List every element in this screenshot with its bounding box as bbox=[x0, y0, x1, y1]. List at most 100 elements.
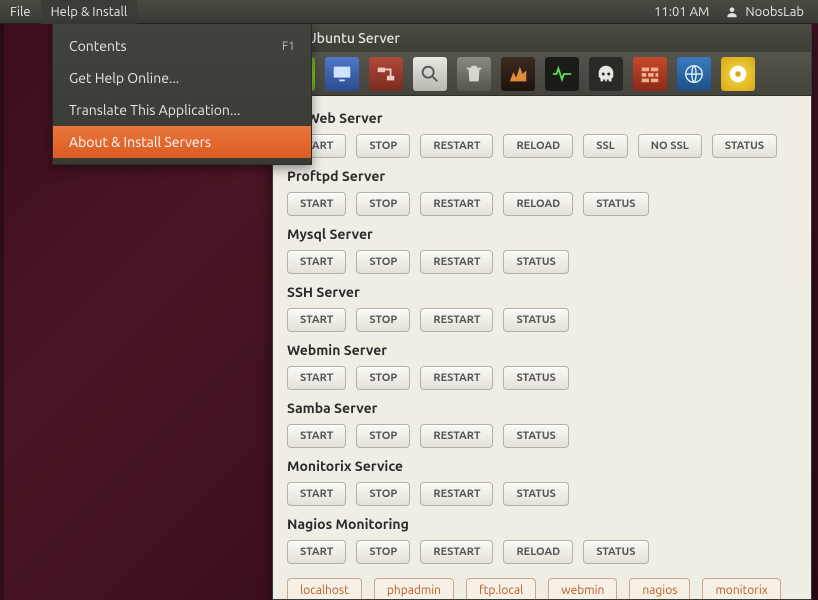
start-button[interactable]: START bbox=[287, 424, 346, 448]
link-webmin[interactable]: webmin bbox=[548, 578, 617, 599]
restart-button[interactable]: RESTART bbox=[420, 308, 493, 332]
link-monitorix[interactable]: monitorix bbox=[702, 578, 780, 599]
server-title: Webmin Server bbox=[287, 342, 797, 358]
server-group: Proftpd Server START STOP RESTART RELOAD STAT… bbox=[287, 168, 797, 216]
restart-button[interactable]: RESTART bbox=[420, 134, 493, 158]
stop-button[interactable]: STOP bbox=[356, 134, 410, 158]
server-button-row: START STOP RESTART STATUS bbox=[287, 424, 797, 448]
firewall-icon[interactable] bbox=[633, 57, 667, 91]
link-ftp-local[interactable]: ftp.local bbox=[466, 578, 536, 599]
dropdown-item-label: Translate This Application... bbox=[69, 102, 240, 118]
dropdown-item-label: Contents bbox=[69, 38, 127, 54]
window-title: Ubuntu Server bbox=[307, 30, 400, 46]
user-icon bbox=[725, 5, 739, 19]
dropdown-item-accel: F1 bbox=[282, 40, 295, 53]
start-button[interactable]: START bbox=[287, 192, 346, 216]
start-button[interactable]: START bbox=[287, 366, 346, 390]
server-button-row: START STOP RESTART STATUS bbox=[287, 250, 797, 274]
server-button-row: START STOP RESTART STATUS bbox=[287, 366, 797, 390]
restart-button[interactable]: RESTART bbox=[420, 540, 493, 564]
net-icon[interactable] bbox=[369, 57, 403, 91]
server-button-row: START STOP RESTART RELOAD STATUS bbox=[287, 192, 797, 216]
trash-icon[interactable] bbox=[457, 57, 491, 91]
stop-button[interactable]: STOP bbox=[356, 192, 410, 216]
menu-file[interactable]: File bbox=[0, 0, 41, 24]
server-button-row: STARTSTOPRESTARTRELOADSSLNO SSLSTATUS bbox=[287, 134, 797, 158]
start-button[interactable]: START bbox=[287, 250, 346, 274]
dark-icon[interactable] bbox=[501, 57, 535, 91]
start-button[interactable]: START bbox=[287, 308, 346, 332]
status-button[interactable]: STATUS bbox=[503, 366, 568, 390]
server-group: Nagios MonitoringSTARTSTOPRESTARTRELOADS… bbox=[287, 516, 797, 564]
server-group: Mysql Server START STOP RESTART STATUS bbox=[287, 226, 797, 274]
app-window: Ubuntu Server he Web Server START STOP REST… bbox=[272, 24, 812, 600]
magnify-icon[interactable] bbox=[413, 57, 447, 91]
content-area: he Web Server START STOP RESTART RELOAD SSL NO… bbox=[273, 96, 811, 599]
panel-user[interactable]: NoobsLab bbox=[719, 5, 818, 19]
reload-button[interactable]: RELOAD bbox=[503, 134, 573, 158]
link-phpadmin[interactable]: phpadmin bbox=[374, 578, 454, 599]
server-title: SSH Server bbox=[287, 284, 797, 300]
server-title: he Web Server bbox=[287, 110, 797, 126]
server-button-row: START STOP RESTART RELOAD STATUS bbox=[287, 540, 797, 564]
globe-icon[interactable] bbox=[677, 57, 711, 91]
dropdown-item-label: Get Help Online... bbox=[69, 70, 179, 86]
server-title: Proftpd Server bbox=[287, 168, 797, 184]
panel-user-name: NoobsLab bbox=[745, 5, 804, 19]
server-button-row: START STOP RESTART STATUS bbox=[287, 482, 797, 506]
top-panel: File Help & Install 11:01 AM NoobsLab bbox=[0, 0, 818, 24]
status-button[interactable]: STATUS bbox=[503, 250, 568, 274]
ssl-button[interactable]: SSL bbox=[583, 134, 628, 158]
toolbar bbox=[273, 52, 811, 96]
restart-button[interactable]: RESTART bbox=[420, 482, 493, 506]
monitor-icon[interactable] bbox=[325, 57, 359, 91]
server-title: Mysql Server bbox=[287, 226, 797, 242]
dropdown-item-3[interactable]: About & Install Servers bbox=[53, 126, 311, 158]
dropdown-item-2[interactable]: Translate This Application... bbox=[53, 94, 311, 126]
server-group: Monitorix Service START STOP RESTART STATUS bbox=[287, 458, 797, 506]
stop-button[interactable]: STOP bbox=[356, 540, 410, 564]
server-title: Monitorix Service bbox=[287, 458, 797, 474]
links-row: localhost phpadmin ftp.local webmin nagios mo… bbox=[287, 578, 797, 599]
server-button-row: START STOP RESTART STATUS bbox=[287, 308, 797, 332]
window-titlebar[interactable]: Ubuntu Server bbox=[273, 24, 811, 52]
server-title: Nagios Monitoring bbox=[287, 516, 797, 532]
restart-button[interactable]: RESTART bbox=[420, 250, 493, 274]
server-group: Samba Server START STOP RESTART STATUS bbox=[287, 400, 797, 448]
server-group: SSH Server START STOP RESTART STATUS bbox=[287, 284, 797, 332]
skull-icon[interactable] bbox=[589, 57, 623, 91]
restart-button[interactable]: RESTART bbox=[420, 366, 493, 390]
panel-clock: 11:01 AM bbox=[644, 5, 719, 19]
status-button[interactable]: STATUS bbox=[503, 424, 568, 448]
menu-help-install[interactable]: Help & Install bbox=[41, 0, 138, 24]
stop-button[interactable]: STOP bbox=[356, 366, 410, 390]
no-ssl-button[interactable]: NO SSL bbox=[638, 134, 702, 158]
dropdown-item-0[interactable]: Contents F1 bbox=[53, 30, 311, 62]
status-button[interactable]: STATUS bbox=[503, 308, 568, 332]
link-localhost[interactable]: localhost bbox=[287, 578, 362, 599]
status-button[interactable]: STATUS bbox=[503, 482, 568, 506]
disk-icon[interactable] bbox=[721, 57, 755, 91]
server-group: Webmin Server START STOP RESTART STATUS bbox=[287, 342, 797, 390]
stop-button[interactable]: STOP bbox=[356, 482, 410, 506]
dropdown-item-1[interactable]: Get Help Online... bbox=[53, 62, 311, 94]
help-install-dropdown: Contents F1 Get Help Online... Translate Th… bbox=[52, 24, 312, 165]
status-button[interactable]: STATUS bbox=[583, 540, 648, 564]
stop-button[interactable]: STOP bbox=[356, 250, 410, 274]
restart-button[interactable]: RESTART bbox=[420, 424, 493, 448]
launcher-edge bbox=[0, 24, 4, 600]
reload-button[interactable]: RELOAD bbox=[503, 540, 573, 564]
start-button[interactable]: START bbox=[287, 482, 346, 506]
status-button[interactable]: STATUS bbox=[712, 134, 777, 158]
server-group: he Web ServerSTARTSTOPRESTARTRELOADSSLNO… bbox=[287, 110, 797, 158]
pulse-icon[interactable] bbox=[545, 57, 579, 91]
start-button[interactable]: START bbox=[287, 540, 346, 564]
stop-button[interactable]: STOP bbox=[356, 308, 410, 332]
restart-button[interactable]: RESTART bbox=[420, 192, 493, 216]
reload-button[interactable]: RELOAD bbox=[503, 192, 573, 216]
link-nagios[interactable]: nagios bbox=[629, 578, 690, 599]
status-button[interactable]: STATUS bbox=[583, 192, 648, 216]
dropdown-item-label: About & Install Servers bbox=[69, 134, 211, 150]
server-title: Samba Server bbox=[287, 400, 797, 416]
stop-button[interactable]: STOP bbox=[356, 424, 410, 448]
